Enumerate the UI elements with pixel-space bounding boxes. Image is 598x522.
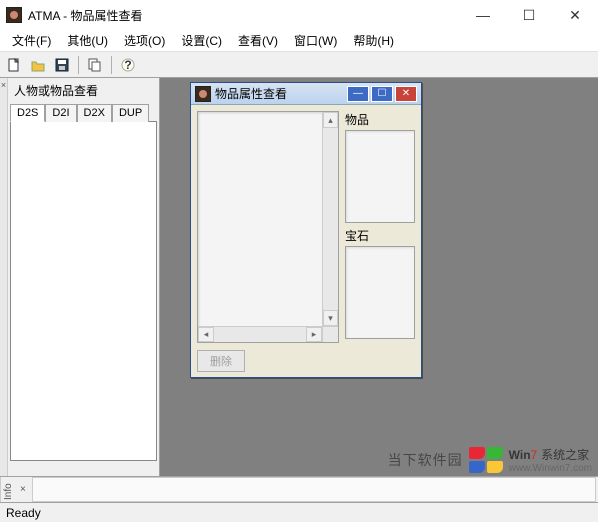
tab-d2s[interactable]: D2S xyxy=(10,104,45,122)
info-output-area[interactable] xyxy=(32,477,596,502)
svg-text:?: ? xyxy=(124,58,131,72)
save-button[interactable] xyxy=(52,55,72,75)
child-titlebar[interactable]: 物品属性查看 — ☐ ✕ xyxy=(191,83,421,105)
gems-label: 宝石 xyxy=(345,227,415,244)
menu-help[interactable]: 帮助(H) xyxy=(345,30,402,51)
mdi-client-area[interactable]: 物品属性查看 — ☐ ✕ ▴ ▾ ◂ ▸ xyxy=(160,78,598,476)
info-tab[interactable]: Info xyxy=(0,477,16,502)
help-icon: ? xyxy=(121,58,135,72)
save-icon xyxy=(55,58,69,72)
menu-window[interactable]: 窗口(W) xyxy=(286,30,345,51)
scroll-right-icon[interactable]: ▸ xyxy=(306,327,322,342)
tab-d2i[interactable]: D2I xyxy=(45,104,76,122)
app-icon xyxy=(6,7,22,23)
toolbar-separator xyxy=(78,56,79,74)
menu-options[interactable]: 选项(O) xyxy=(116,30,173,51)
child-close-button[interactable]: ✕ xyxy=(395,86,417,102)
window-title: ATMA - 物品属性查看 xyxy=(28,7,460,24)
minimize-button[interactable]: — xyxy=(460,0,506,30)
close-button[interactable]: ✕ xyxy=(552,0,598,30)
menu-file[interactable]: 文件(F) xyxy=(4,30,59,51)
open-icon xyxy=(31,58,45,72)
item-properties-window: 物品属性查看 — ☐ ✕ ▴ ▾ ◂ ▸ xyxy=(190,82,422,378)
status-text: Ready xyxy=(6,506,41,520)
help-button[interactable]: ? xyxy=(118,55,138,75)
child-minimize-button[interactable]: — xyxy=(347,86,369,102)
menu-view[interactable]: 查看(V) xyxy=(230,30,286,51)
copy-icon xyxy=(88,58,102,72)
items-label: 物品 xyxy=(345,111,415,128)
main-titlebar: ATMA - 物品属性查看 — ☐ ✕ xyxy=(0,0,598,30)
item-scroll-area[interactable]: ▴ ▾ ◂ ▸ xyxy=(197,111,339,343)
dock-close-icon[interactable]: × xyxy=(1,80,6,90)
gems-preview-box xyxy=(345,246,415,339)
menu-other[interactable]: 其他(U) xyxy=(59,30,116,51)
scroll-down-icon[interactable]: ▾ xyxy=(323,310,338,326)
toolbar: ? xyxy=(0,52,598,78)
child-maximize-button[interactable]: ☐ xyxy=(371,86,393,102)
items-preview-box xyxy=(345,130,415,223)
left-panel-tabs: D2S D2I D2X DUP xyxy=(10,103,157,121)
scroll-left-icon[interactable]: ◂ xyxy=(198,327,214,342)
info-close-icon[interactable]: × xyxy=(16,484,30,495)
vertical-scrollbar[interactable]: ▴ ▾ xyxy=(322,112,338,326)
copy-button[interactable] xyxy=(85,55,105,75)
child-window-title: 物品属性查看 xyxy=(215,85,347,102)
delete-button: 删除 xyxy=(197,350,245,372)
new-icon xyxy=(7,58,21,72)
dock-grip[interactable]: × xyxy=(0,78,8,476)
horizontal-scrollbar[interactable]: ◂ ▸ xyxy=(198,326,322,342)
tab-dup[interactable]: DUP xyxy=(112,104,149,122)
menu-bar: 文件(F) 其他(U) 选项(O) 设置(C) 查看(V) 窗口(W) 帮助(H… xyxy=(0,30,598,52)
menu-settings[interactable]: 设置(C) xyxy=(173,30,230,51)
child-window-icon xyxy=(195,86,211,102)
scroll-up-icon[interactable]: ▴ xyxy=(323,112,338,128)
status-bar: Ready xyxy=(0,502,598,522)
tab-d2x[interactable]: D2X xyxy=(77,104,112,122)
workspace: × 人物或物品查看 D2S D2I D2X DUP 物品属性查看 — ☐ ✕ xyxy=(0,78,598,476)
left-panel-title: 人物或物品查看 xyxy=(10,80,157,101)
window-controls: — ☐ ✕ xyxy=(460,0,598,30)
scroll-corner xyxy=(322,326,338,342)
left-dock-panel: × 人物或物品查看 D2S D2I D2X DUP xyxy=(0,78,160,476)
new-button[interactable] xyxy=(4,55,24,75)
maximize-button[interactable]: ☐ xyxy=(506,0,552,30)
character-item-list[interactable] xyxy=(10,121,157,461)
bottom-dock: Info × xyxy=(0,476,598,502)
open-button[interactable] xyxy=(28,55,48,75)
toolbar-separator xyxy=(111,56,112,74)
